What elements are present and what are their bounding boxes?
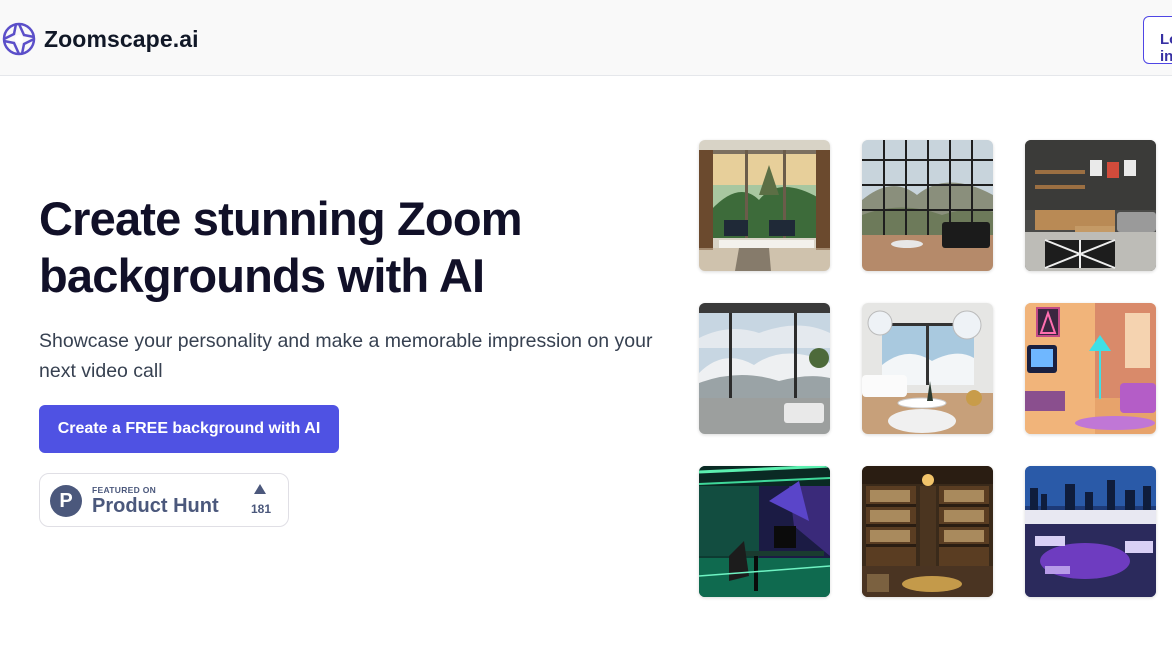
product-hunt-featured-label: FEATURED ON xyxy=(92,485,157,495)
create-background-button[interactable]: Create a FREE background with AI xyxy=(39,405,339,453)
gallery-item-9[interactable] xyxy=(1025,466,1156,597)
top-nav: Zoomscape.ai Log in xyxy=(0,0,1172,76)
hero-subtitle: Showcase your personality and make a mem… xyxy=(39,330,653,382)
hero-title: Create stunning Zoom backgrounds with AI xyxy=(39,192,523,302)
snow-lounge-chandelier-image xyxy=(862,303,993,434)
retro-neon-room-image xyxy=(1025,303,1156,434)
gallery-item-4[interactable] xyxy=(699,303,830,434)
product-hunt-logo-icon: P xyxy=(50,485,82,517)
upvote-count: 181 xyxy=(250,502,272,516)
living-room-mountain-window-image xyxy=(862,140,993,271)
login-button[interactable]: Log in xyxy=(1143,16,1172,64)
product-hunt-badge[interactable]: P FEATURED ON Product Hunt 181 xyxy=(39,473,289,527)
gallery-item-6[interactable] xyxy=(1025,303,1156,434)
gallery-item-7[interactable] xyxy=(699,466,830,597)
gallery-item-1[interactable] xyxy=(699,140,830,271)
product-hunt-name: Product Hunt xyxy=(92,495,219,517)
library-bookshelves-image xyxy=(862,466,993,597)
gallery-item-8[interactable] xyxy=(862,466,993,597)
gallery-item-2[interactable] xyxy=(862,140,993,271)
office-jungle-view-image xyxy=(699,140,830,271)
gallery-item-5[interactable] xyxy=(862,303,993,434)
upvote-arrow-icon xyxy=(254,484,266,494)
snowy-landscape-room-image xyxy=(699,303,830,434)
green-neon-office-image xyxy=(699,466,830,597)
brand-name[interactable]: Zoomscape.ai xyxy=(44,26,199,53)
zoomscape-logo-icon[interactable] xyxy=(2,22,36,56)
gallery-item-3[interactable] xyxy=(1025,140,1156,271)
rooftop-city-lounge-image xyxy=(1025,466,1156,597)
modern-living-room-shelves-image xyxy=(1025,140,1156,271)
